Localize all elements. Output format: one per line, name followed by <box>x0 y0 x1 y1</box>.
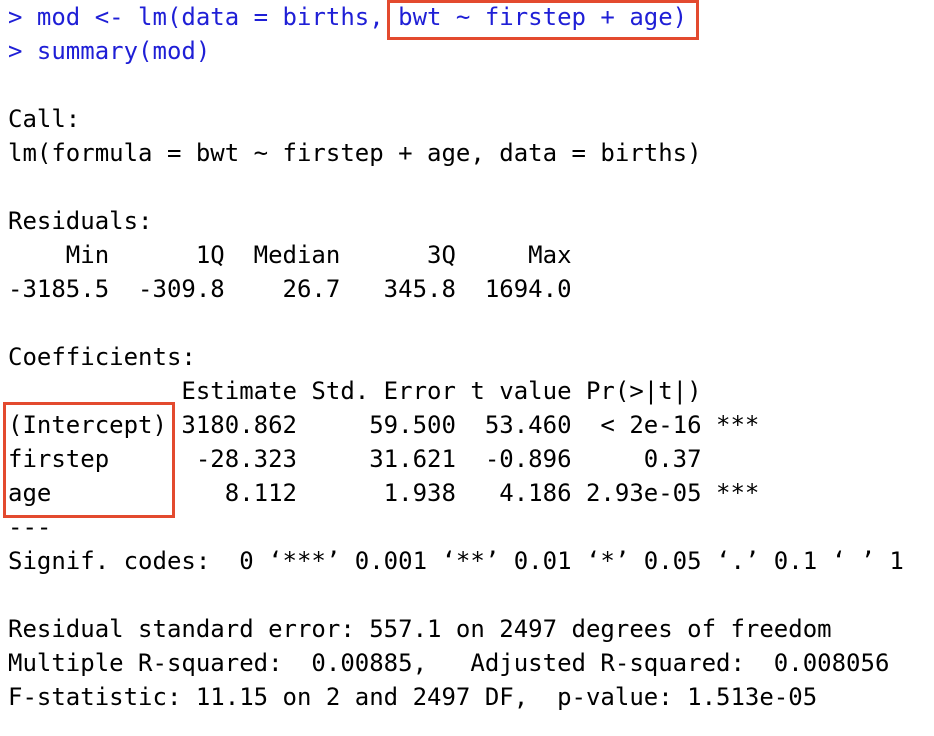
residuals-labels: Min 1Q Median 3Q Max <box>8 241 586 269</box>
signif-codes: Signif. codes: 0 ‘***’ 0.001 ‘**’ 0.01 ‘… <box>8 547 904 575</box>
console-prompt: > <box>8 37 23 65</box>
coefficients-header: Coefficients: <box>8 343 196 371</box>
separator: --- <box>8 513 52 541</box>
lm-command-text: mod <- lm(data = births, bwt ~ firstep +… <box>36 3 688 31</box>
coef-table-header: Estimate Std. Error t value Pr(>|t|) <box>8 377 760 405</box>
summary-command-text: summary(mod) <box>36 37 211 65</box>
r-squared-line: Multiple R-squared: 0.00885, Adjusted R-… <box>8 649 904 677</box>
r-console[interactable]: > mod <- lm(data = births, bwt ~ firstep… <box>8 0 928 714</box>
residual-standard-error: Residual standard error: 557.1 on 2497 d… <box>8 615 832 643</box>
console-input-line-2: > summary(mod) <box>8 34 928 68</box>
call-text: lm(formula = bwt ~ firstep + age, data =… <box>8 139 702 167</box>
coef-row-firstep: firstep -28.323 31.621 -0.896 0.37 <box>8 445 760 473</box>
coef-row-age: age 8.112 1.938 4.186 2.93e-05 *** <box>8 479 760 507</box>
console-prompt: > <box>8 3 23 31</box>
console-input-line-1: > mod <- lm(data = births, bwt ~ firstep… <box>8 0 928 34</box>
f-statistic-line: F-statistic: 11.15 on 2 and 2497 DF, p-v… <box>8 683 818 711</box>
call-header: Call: <box>8 105 81 133</box>
residuals-values: -3185.5 -309.8 26.7 345.8 1694.0 <box>8 275 586 303</box>
residuals-header: Residuals: <box>8 207 153 235</box>
coef-row-intercept: (Intercept) 3180.862 59.500 53.460 < 2e-… <box>8 411 760 439</box>
